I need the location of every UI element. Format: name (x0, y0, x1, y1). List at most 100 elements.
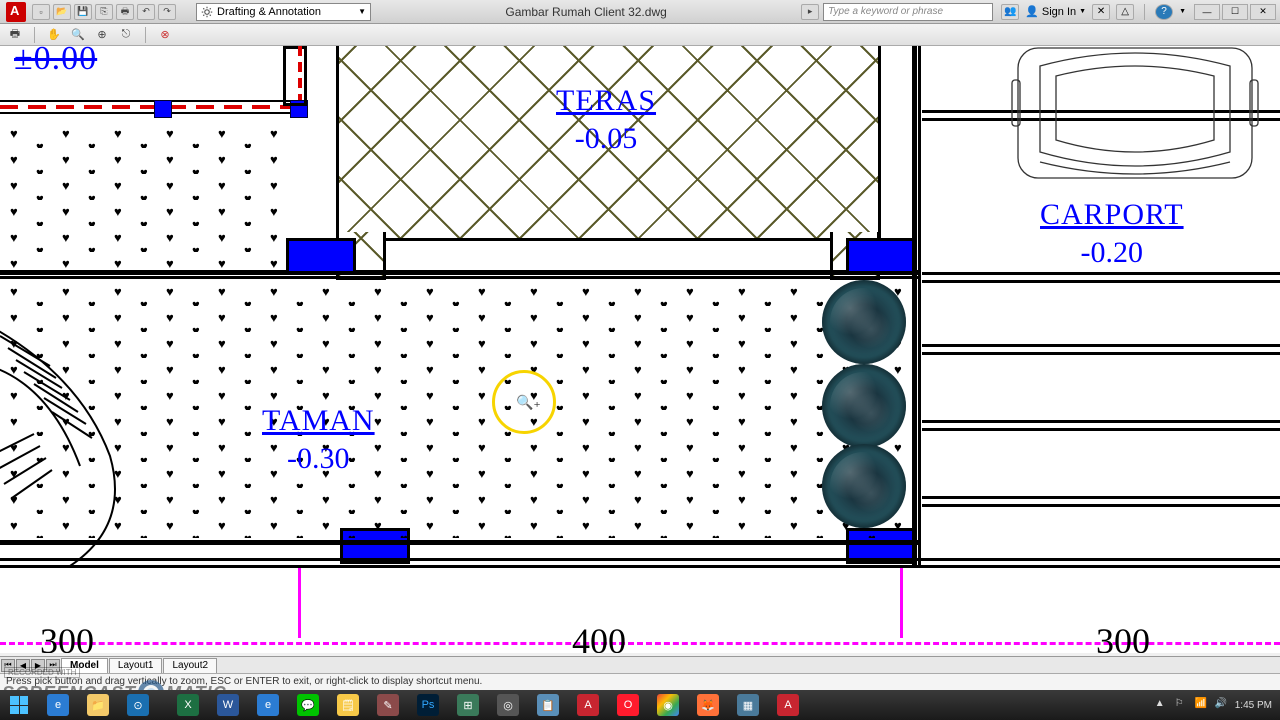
redo-button[interactable]: ↷ (158, 4, 176, 20)
taskbar-ie2[interactable]: e (249, 692, 287, 718)
close-tool-icon[interactable]: ⊗ (156, 27, 174, 43)
stayconnected-icon[interactable]: △ (1116, 4, 1134, 20)
system-tray: ▲ ⚐ 📶 🔊 1:45 PM (1155, 698, 1280, 712)
autodesk360-icon[interactable]: 👥 (1001, 4, 1019, 20)
tray-vol-icon[interactable]: 🔊 (1215, 698, 1229, 712)
saveas-button[interactable]: ⎘ (95, 4, 113, 20)
taskbar-line[interactable]: 💬 (289, 692, 327, 718)
window-controls: — ☐ ✕ (1194, 4, 1276, 20)
separator (1144, 4, 1145, 20)
carport-slab-line (922, 428, 1280, 431)
chevron-down-icon: ▼ (358, 7, 366, 16)
gear-icon (201, 6, 213, 18)
carport-slab-line (922, 352, 1280, 355)
taskbar-media[interactable]: ⊙ (119, 692, 157, 718)
taskbar-ie[interactable]: e (39, 692, 77, 718)
dimension-tick (900, 568, 903, 638)
search-input[interactable]: Type a keyword or phrase (823, 3, 993, 21)
nav-toolbar: 🖶 ✋ 🔍 ⊕ ⎋ ⊗ (0, 24, 1280, 46)
wall-segment (168, 100, 288, 114)
title-right-buttons: 👥 👤 Sign In ▼ ✕ △ ? ▼ (1001, 4, 1186, 20)
grass-hatch: ♥♥ (0, 122, 285, 268)
separator (145, 27, 146, 43)
dimension-tick (298, 568, 301, 638)
taskbar-opera[interactable]: O (609, 692, 647, 718)
pan-icon[interactable]: ✋ (45, 27, 63, 43)
taskbar-word[interactable]: W (209, 692, 247, 718)
search-toggle[interactable]: ▸ (801, 4, 819, 20)
dimension-value: 400 (572, 620, 626, 653)
taskbar-ps[interactable]: Ps (409, 692, 447, 718)
close-button[interactable]: ✕ (1250, 4, 1276, 20)
save-button[interactable]: 💾 (74, 4, 92, 20)
recorded-badge: RECORDED WITH (4, 667, 80, 678)
carport-slab-line (922, 496, 1280, 499)
tab-label: Layout2 (172, 660, 208, 671)
carport-slab-line (922, 420, 1280, 423)
tray-up-icon[interactable]: ▲ (1155, 698, 1169, 712)
wall (0, 558, 1280, 561)
drawing-canvas[interactable]: ±0.00 TERAS -0.05 ♥♥ ♥♥ (0, 46, 1280, 653)
room-elevation: -0.30 (262, 440, 375, 478)
origin-label: ±0.00 (14, 46, 97, 78)
taskbar-app5[interactable]: ▦ (729, 692, 767, 718)
maximize-button[interactable]: ☐ (1222, 4, 1248, 20)
taskbar-firefox[interactable]: 🦊 (689, 692, 727, 718)
workspace-selector[interactable]: Drafting & Annotation ▼ (196, 3, 371, 21)
chevron-down-icon: ▼ (1079, 8, 1086, 15)
document-title: Gambar Rumah Client 32.dwg (371, 5, 801, 19)
new-button[interactable]: ▫ (32, 4, 50, 20)
app-icon[interactable] (6, 2, 26, 22)
minimize-button[interactable]: — (1194, 4, 1220, 20)
taskbar-app2[interactable]: ⊞ (449, 692, 487, 718)
signin-button[interactable]: 👤 Sign In ▼ (1025, 5, 1086, 18)
taskbar-chrome[interactable]: ◉ (649, 692, 687, 718)
taskbar-app1[interactable]: ✎ (369, 692, 407, 718)
section-line (298, 46, 302, 100)
column (846, 238, 916, 274)
tray-net-icon[interactable]: 📶 (1195, 698, 1209, 712)
print-icon[interactable]: 🖶 (6, 27, 24, 43)
workspace-label: Drafting & Annotation (217, 6, 321, 18)
tree-block (822, 280, 906, 364)
exchange-icon[interactable]: ✕ (1092, 4, 1110, 20)
open-button[interactable]: 📂 (53, 4, 71, 20)
plot-button[interactable]: 🖶 (116, 4, 134, 20)
wall (912, 46, 917, 566)
taskbar-acad[interactable]: A (569, 692, 607, 718)
windows-icon (10, 696, 28, 714)
tray-flag-icon[interactable]: ⚐ (1175, 698, 1189, 712)
undo-button[interactable]: ↶ (137, 4, 155, 20)
room-name: TAMAN (262, 404, 375, 437)
carport-slab-line (922, 280, 1280, 283)
orbit-icon[interactable]: ⊕ (93, 27, 111, 43)
title-bar: ▫ 📂 💾 ⎘ 🖶 ↶ ↷ Drafting & Annotation ▼ Ga… (0, 0, 1280, 24)
clock[interactable]: 1:45 PM (1235, 700, 1272, 711)
room-elevation: -0.20 (1040, 234, 1184, 272)
carport-slab-line (922, 272, 1280, 275)
steering-icon[interactable]: ⎋ (117, 27, 135, 43)
wall (0, 565, 1280, 568)
room-label-teras: TERAS -0.05 (556, 82, 656, 157)
tree-block (822, 364, 906, 448)
layout-tabs: ⏮ ◀ ▶ ⏭ Model Layout1 Layout2 (0, 656, 1280, 673)
taskbar-explorer[interactable]: 📁 (79, 692, 117, 718)
taskbar-app3[interactable]: ◎ (489, 692, 527, 718)
taskbar-app4[interactable]: 📋 (529, 692, 567, 718)
help-icon[interactable]: ? (1155, 4, 1173, 20)
column (286, 238, 356, 274)
zoom-icon[interactable]: 🔍 (69, 27, 87, 43)
signin-label: Sign In (1042, 6, 1076, 18)
taskbar-acad2[interactable]: A (769, 692, 807, 718)
wall (0, 270, 920, 275)
quick-access-toolbar: ▫ 📂 💾 ⎘ 🖶 ↶ ↷ (32, 4, 176, 20)
wall-hatch (168, 105, 288, 109)
room-name: CARPORT (1040, 198, 1184, 231)
tab-layout2[interactable]: Layout2 (163, 658, 217, 673)
tab-layout1[interactable]: Layout1 (109, 658, 163, 673)
dimension-value: 300 (40, 620, 94, 653)
taskbar-excel[interactable]: X (169, 692, 207, 718)
room-name: TERAS (556, 84, 656, 117)
taskbar-notes[interactable]: 🗒 (329, 692, 367, 718)
start-button[interactable] (1, 692, 37, 718)
